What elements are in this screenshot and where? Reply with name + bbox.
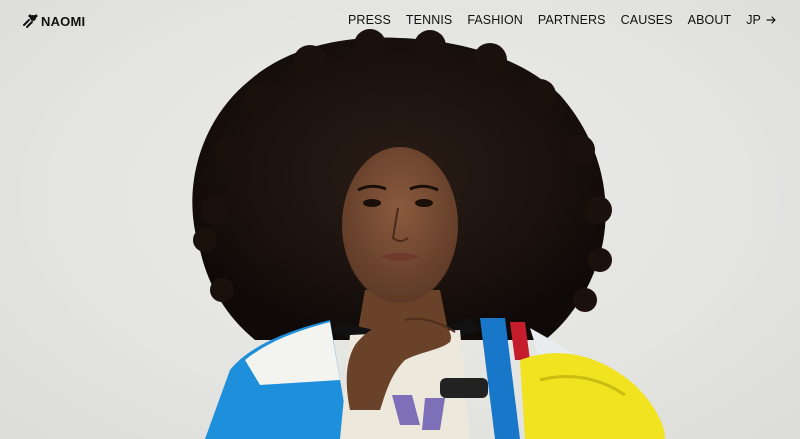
main-nav: PRESS TENNIS FASHION PARTNERS CAUSES ABO… [348, 13, 776, 27]
nav-item-causes[interactable]: CAUSES [621, 13, 673, 27]
brand-name: NAOMI [41, 13, 86, 29]
nav-item-tennis[interactable]: TENNIS [406, 13, 452, 27]
nav-item-fashion[interactable]: FASHION [467, 13, 523, 27]
hero-section [0, 0, 800, 439]
nav-item-press[interactable]: PRESS [348, 13, 391, 27]
nav-item-about[interactable]: ABOUT [688, 13, 732, 27]
arrow-right-icon [766, 16, 776, 24]
hair-silhouette-icon [23, 14, 38, 28]
language-label: JP [746, 13, 761, 27]
nav-item-partners[interactable]: PARTNERS [538, 13, 606, 27]
top-navigation-bar: NAOMI PRESS TENNIS FASHION PARTNERS CAUS… [0, 0, 800, 42]
hero-portrait-image [192, 29, 665, 439]
brand-logo[interactable]: NAOMI [22, 11, 85, 31]
language-switch[interactable]: JP [746, 13, 776, 27]
